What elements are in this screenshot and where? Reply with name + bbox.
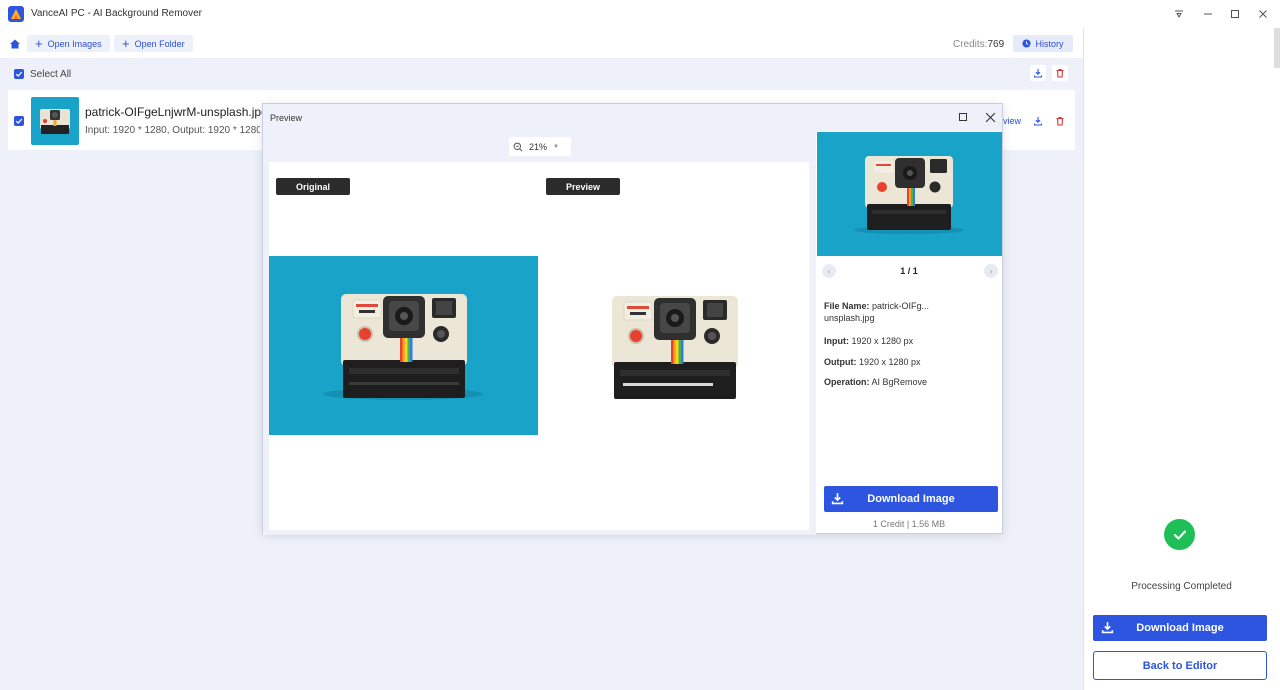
zoom-icon (513, 142, 523, 151)
file-name-info: File Name: patrick-OIFg... unsplash.jpg (824, 300, 974, 324)
zoom-value: 21% (529, 141, 548, 152)
open-images-label: Open Images (47, 38, 102, 49)
operation-value: AI BgRemove (871, 377, 928, 387)
scrollbar[interactable] (1274, 28, 1280, 68)
dialog-title: Preview (270, 113, 303, 123)
file-name-label: File Name: (824, 301, 870, 311)
clock-icon (1022, 39, 1032, 48)
file-name: patrick-OIFgeLnjwrM-unsplash.jpg (85, 105, 268, 119)
credits-display: Credits:769 (953, 39, 1004, 50)
preview-sidebar: ‹ 1 / 1 › File Name: patrick-OIFg... uns… (816, 131, 1002, 533)
back-to-editor-button[interactable]: Back to Editor (1093, 651, 1267, 680)
close-window-icon[interactable] (1253, 4, 1273, 24)
file-thumbnail[interactable] (31, 97, 79, 145)
select-all-checkbox[interactable] (14, 69, 24, 79)
chevron-right-icon[interactable]: › (984, 264, 998, 278)
output-value: 1920 x 1280 px (859, 357, 921, 367)
plus-icon: + (35, 36, 43, 51)
credits-label: Credits: (953, 39, 988, 50)
file-checkbox[interactable] (14, 116, 24, 126)
dialog-download-button[interactable]: Download Image (824, 486, 998, 512)
credit-note: 1 Credit | 1.56 MB (872, 519, 946, 529)
file-meta: Input: 1920 * 1280, Output: 1920 * 1280;… (85, 125, 260, 136)
dialog-close-icon[interactable] (983, 110, 997, 124)
plus-icon: + (122, 36, 130, 51)
file-download-icon[interactable] (1030, 113, 1046, 129)
original-image (269, 256, 538, 435)
preview-link[interactable]: view (1003, 116, 1021, 126)
menu-dropdown-icon[interactable] (1169, 4, 1189, 24)
input-label: Input: (824, 336, 849, 346)
page-indicator: 1 / 1 (900, 266, 918, 276)
preview-image (611, 284, 739, 399)
chevron-down-icon: ▼ (553, 143, 559, 150)
open-images-button[interactable]: + Open Images (27, 35, 110, 52)
download-image-button[interactable]: Download Image (1093, 615, 1267, 641)
file-delete-icon[interactable] (1052, 113, 1068, 129)
processing-status: Processing Completed (1131, 581, 1232, 592)
open-folder-label: Open Folder (134, 38, 185, 49)
open-folder-button[interactable]: + Open Folder (114, 35, 193, 52)
original-tag: Original (276, 178, 350, 195)
operation-label: Operation: (824, 377, 870, 387)
pager: ‹ 1 / 1 › (816, 264, 1002, 280)
dialog-header: Preview (263, 104, 1002, 131)
select-all-label: Select All (30, 69, 72, 80)
dialog-download-label: Download Image (867, 493, 955, 505)
operation-info: Operation: AI BgRemove (824, 376, 927, 388)
input-info: Input: 1920 x 1280 px (824, 335, 913, 347)
zoom-select[interactable]: 21% ▼ (509, 137, 571, 156)
preview-tag: Preview (546, 178, 620, 195)
maximize-icon[interactable] (1225, 4, 1245, 24)
history-label: History (1035, 38, 1064, 49)
history-button[interactable]: History (1013, 35, 1073, 52)
preview-thumbnail[interactable] (817, 132, 1002, 256)
credits-value: 769 (987, 39, 1005, 50)
home-icon[interactable] (9, 38, 21, 50)
preview-dialog: Preview 21% ▼ Original Preview ‹ 1 / 1 ›… (262, 103, 1003, 535)
check-circle-icon (1164, 519, 1195, 550)
output-label: Output: (824, 357, 857, 367)
dialog-maximize-icon[interactable] (957, 111, 969, 123)
batch-download-icon[interactable] (1030, 65, 1046, 81)
input-value: 1920 x 1280 px (851, 336, 914, 346)
download-image-label: Download Image (1136, 622, 1224, 634)
download-icon (1101, 622, 1114, 634)
window-title: VanceAI PC - AI Background Remover (31, 8, 203, 19)
minimize-icon[interactable] (1198, 4, 1218, 24)
download-icon (831, 493, 844, 505)
batch-delete-icon[interactable] (1052, 65, 1068, 81)
app-logo-icon (8, 6, 24, 22)
output-info: Output: 1920 x 1280 px (824, 356, 921, 368)
